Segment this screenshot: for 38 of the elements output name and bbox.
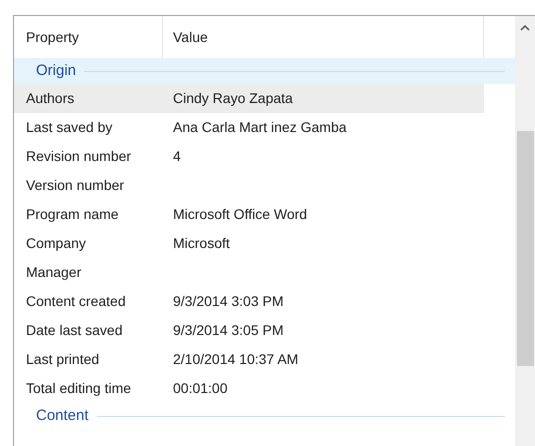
property-row[interactable]: Date last saved 9/3/2014 3:05 PM bbox=[14, 316, 484, 345]
property-value: Microsoft Office Word bbox=[172, 205, 308, 224]
scroll-up-icon[interactable] bbox=[520, 24, 530, 31]
scrollbar[interactable] bbox=[515, 16, 535, 446]
property-value: Microsoft bbox=[172, 234, 230, 253]
property-name: Authors bbox=[25, 89, 76, 108]
property-row[interactable]: Last printed 2/10/2014 10:37 AM bbox=[14, 345, 484, 374]
property-row[interactable]: Version number bbox=[14, 171, 484, 200]
property-row[interactable]: Company Microsoft bbox=[14, 229, 484, 258]
group-label: Origin bbox=[36, 60, 76, 81]
property-name: Program name bbox=[25, 205, 120, 224]
group-header[interactable]: Origin bbox=[14, 58, 516, 84]
property-row[interactable]: Program name Microsoft Office Word bbox=[14, 200, 484, 229]
property-value: Cindy Rayo Zapata bbox=[172, 89, 293, 108]
property-value: 4 bbox=[172, 147, 181, 166]
property-name: Version number bbox=[25, 176, 126, 195]
property-row[interactable]: Manager bbox=[14, 258, 484, 287]
property-name: Manager bbox=[25, 263, 82, 282]
property-name: Date last saved bbox=[25, 321, 124, 340]
property-value: 9/3/2014 3:03 PM bbox=[172, 292, 284, 311]
property-name: Last saved by bbox=[25, 118, 114, 137]
property-row[interactable]: Last saved by Ana Carla Mart inez Gamba bbox=[14, 113, 484, 142]
property-name: Total editing time bbox=[25, 379, 132, 398]
property-name: Revision number bbox=[25, 147, 132, 166]
property-value: 00:01:00 bbox=[172, 379, 228, 398]
group-label: Content bbox=[36, 406, 89, 426]
scroll-thumb[interactable] bbox=[516, 131, 534, 366]
property-name: Company bbox=[25, 234, 87, 253]
property-row[interactable]: Authors Cindy Rayo Zapata bbox=[14, 84, 484, 113]
property-value: 9/3/2014 3:05 PM bbox=[172, 321, 284, 340]
group-header[interactable]: Content bbox=[14, 403, 516, 429]
property-name: Last printed bbox=[25, 350, 100, 369]
property-row[interactable]: Revision number 4 bbox=[14, 142, 484, 171]
property-value: Ana Carla Mart inez Gamba bbox=[172, 118, 347, 137]
property-name: Content created bbox=[25, 292, 127, 311]
property-row[interactable]: Total editing time 00:01:00 bbox=[14, 374, 484, 403]
property-value: 2/10/2014 10:37 AM bbox=[172, 350, 298, 369]
property-row[interactable]: Content created 9/3/2014 3:03 PM bbox=[14, 287, 484, 316]
